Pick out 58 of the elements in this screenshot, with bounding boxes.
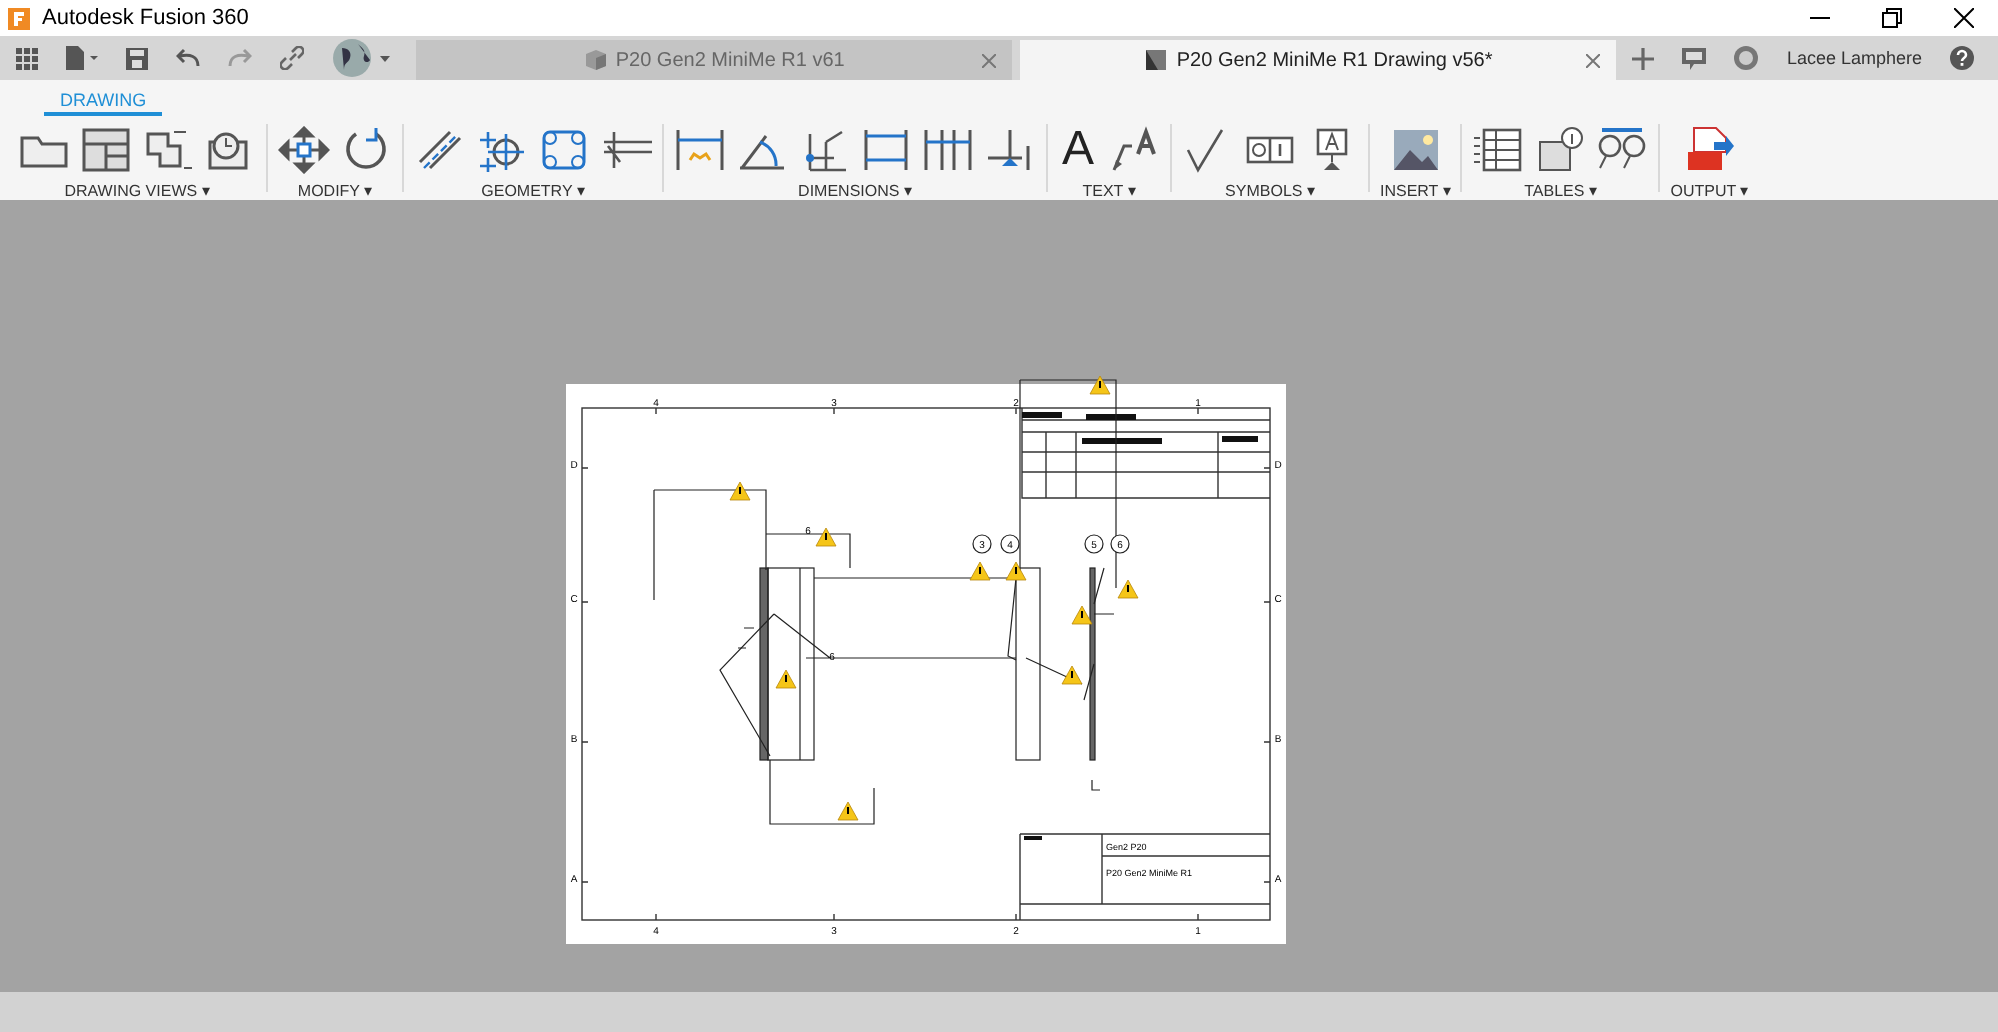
center-pattern-icon[interactable] (538, 126, 590, 174)
close-tab-icon[interactable] (982, 53, 997, 67)
ribbon-group-label[interactable]: DRAWING VIEWS ▾ (64, 182, 210, 200)
grid-icon[interactable] (80, 126, 132, 174)
ribbon-group-label[interactable]: SYMBOLS ▾ (1225, 182, 1315, 200)
help-icon[interactable] (1950, 46, 1974, 70)
close-tab-icon[interactable] (1586, 53, 1601, 67)
pdf-export-icon[interactable] (1683, 126, 1736, 174)
warning-icon[interactable] (815, 527, 837, 547)
edge-extension-icon[interactable] (600, 126, 652, 174)
warning-icon[interactable] (837, 801, 859, 821)
dimension-line-icon[interactable] (984, 126, 1036, 174)
comment-icon[interactable] (1682, 47, 1707, 69)
warning-icon[interactable] (1071, 605, 1093, 625)
file-menu-icon[interactable] (66, 46, 98, 70)
warning-icon[interactable] (1117, 579, 1139, 599)
drawing-sheet-icon (1144, 48, 1169, 72)
ribbon-group-label[interactable]: MODIFY ▾ (297, 182, 373, 200)
move-arrows-icon[interactable] (278, 126, 330, 174)
rotate-icon[interactable] (340, 126, 392, 174)
baseline-dimension-icon[interactable] (860, 126, 912, 174)
dimension-icon[interactable] (674, 126, 726, 174)
apps-grid-icon[interactable] (16, 47, 38, 69)
restore-icon[interactable] (1882, 8, 1902, 28)
warning-icon[interactable] (729, 481, 751, 501)
warning-icon[interactable] (969, 561, 991, 581)
new-tab-icon[interactable] (1632, 47, 1655, 69)
warning-icon[interactable] (1061, 665, 1083, 685)
globe-icon[interactable] (332, 38, 392, 78)
centerline-icon[interactable] (414, 126, 466, 174)
cube-icon (583, 48, 608, 72)
ribbon-group-label[interactable]: DIMENSIONS ▾ (798, 182, 912, 200)
text-tool-icon[interactable]: A (1058, 126, 1098, 174)
layered-views-icon[interactable] (142, 126, 194, 174)
link-icon[interactable] (280, 46, 304, 70)
ribbon-group-label[interactable]: TEXT ▾ (1082, 182, 1136, 200)
image-icon[interactable] (1389, 126, 1442, 174)
window-title: Autodesk Fusion 360 (42, 6, 251, 30)
clock-icon[interactable] (1734, 46, 1759, 70)
warning-icon[interactable] (1005, 561, 1027, 581)
ribbon-group-label[interactable]: OUTPUT ▾ (1670, 182, 1749, 200)
app-logo-icon (8, 7, 30, 29)
center-mark-icon[interactable] (476, 126, 528, 174)
warning-icon[interactable] (1089, 375, 1111, 395)
undo-icon[interactable] (176, 48, 200, 68)
save-icon[interactable] (126, 47, 148, 69)
table-icon[interactable] (1472, 126, 1525, 174)
document-tab[interactable]: P20 Gen2 MiniMe R1 Drawing v56* (1020, 40, 1617, 80)
warning-icon[interactable] (775, 669, 797, 689)
ribbon-group-label[interactable]: TABLES ▾ (1524, 182, 1597, 200)
user-name[interactable]: Lacee Lamphere (1786, 48, 1922, 68)
balloons-icon[interactable] (1596, 126, 1649, 174)
chain-dimension-icon[interactable] (922, 126, 974, 174)
ribbon-group-label[interactable]: GEOMETRY ▾ (481, 182, 585, 200)
close-icon[interactable] (1954, 8, 1974, 28)
leader-arrow-icon[interactable] (1108, 126, 1160, 174)
ribbon-group-label[interactable]: INSERT ▾ (1380, 182, 1451, 200)
balloon-table-icon[interactable] (1534, 126, 1587, 174)
